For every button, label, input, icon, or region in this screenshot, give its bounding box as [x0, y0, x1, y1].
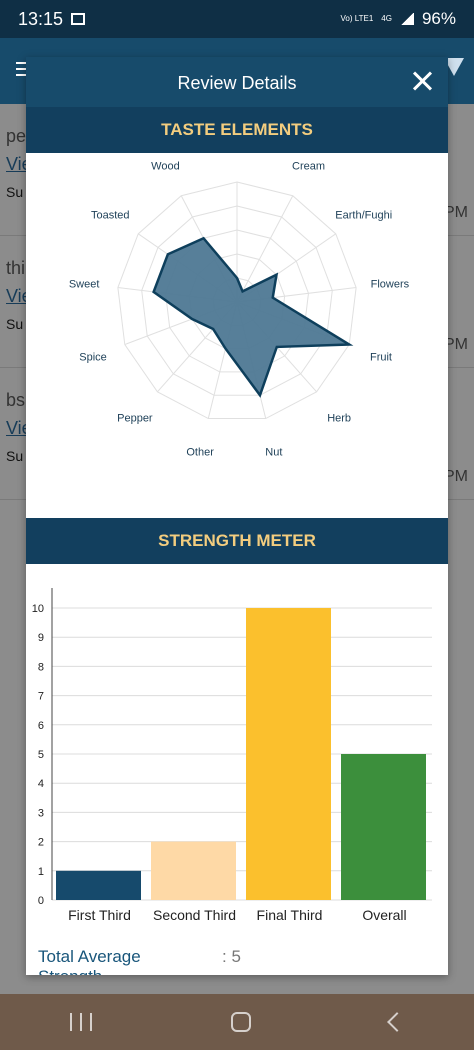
radar-axis-label: Fruit [370, 352, 392, 364]
network-type: 4G [381, 14, 392, 23]
radar-axis-label: Herb [327, 412, 351, 424]
strength-bar-chart: 0 1 2 3 4 5 6 7 8 9 10 First Third Second Third Final… [26, 564, 448, 944]
status-time: 13:15 [18, 8, 64, 29]
modal-title: Review Details [177, 73, 297, 93]
y-tick-label: 5 [38, 749, 44, 761]
y-tick-label: 7 [38, 691, 44, 703]
x-tick-label: Final Third [257, 907, 323, 923]
strength-meter-header: STRENGTH METER [26, 518, 448, 564]
total-average-label-cont: Strength [38, 967, 102, 975]
radar-axis-label: Nut [265, 447, 282, 459]
status-bar: 13:15 Vo) LTE1 4G 96% [0, 0, 474, 38]
review-details-modal: Review Details TASTE ELEMENTS Animals Cre… [26, 57, 448, 975]
y-tick-label: 9 [38, 632, 44, 644]
radar-axis-label: Wood [151, 161, 180, 173]
y-tick-label: 3 [38, 807, 44, 819]
bar [151, 841, 236, 900]
list-item-sub: Su [6, 184, 24, 200]
radar-axis-label: Spice [79, 352, 107, 364]
radar-axis-label: Animals [217, 153, 257, 155]
radar-series-area [152, 236, 354, 398]
radar-axis-label: Toasted [91, 210, 130, 222]
y-tick-label: 4 [38, 778, 44, 790]
modal-header: Review Details [26, 57, 448, 107]
total-average-label: Total Average [38, 947, 141, 966]
bar-svg: 0 1 2 3 4 5 6 7 8 9 10 First Third Second Third Final… [32, 588, 432, 923]
x-tick-label: Overall [362, 907, 406, 923]
recent-apps-icon[interactable] [69, 1013, 92, 1031]
x-tick-label: Second Third [153, 907, 236, 923]
radar-axis-label: Other [186, 447, 214, 459]
home-icon[interactable] [230, 1012, 251, 1032]
y-tick-label: 0 [38, 895, 44, 907]
radar-axis-label: Cream [292, 161, 325, 173]
list-item-title: thi [6, 258, 26, 278]
total-average-value: : 5 [222, 947, 241, 966]
bar [341, 754, 426, 900]
radar-svg: Animals Cream Earth/Fughi Flowers Fruit Herb N… [69, 143, 410, 459]
status-right: Vo) LTE1 4G 96% [341, 9, 456, 29]
close-icon[interactable] [412, 71, 432, 91]
image-notification-icon [71, 13, 86, 25]
volte-label: Vo) LTE1 [340, 14, 374, 23]
y-tick-label: 8 [38, 661, 44, 673]
list-item-sub: Su [6, 448, 24, 464]
y-tick-label: 2 [38, 837, 44, 849]
radar-axis-label: Pepper [117, 412, 153, 424]
bar [56, 870, 141, 900]
bar [246, 608, 331, 900]
x-tick-label: First Third [68, 907, 131, 923]
radar-axis-label: Sweet [69, 278, 100, 290]
list-item-sub: Su [6, 316, 24, 332]
radar-axis-label: Earth/Fughi [335, 210, 392, 222]
y-tick-label: 6 [38, 720, 44, 732]
signal-icon [399, 13, 414, 25]
taste-radar-chart: Animals Cream Earth/Fughi Flowers Fruit Herb N… [26, 143, 448, 518]
y-tick-label: 1 [38, 866, 44, 878]
back-icon[interactable] [387, 1012, 408, 1032]
list-item-title: pe [6, 126, 27, 146]
radar-axis-label: Flowers [371, 278, 410, 290]
taste-elements-header: TASTE ELEMENTS [26, 107, 448, 153]
y-tick-label: 10 [32, 603, 44, 615]
battery-level: 96% [421, 9, 456, 28]
system-nav-bar [0, 994, 474, 1050]
list-item-title: bs [6, 390, 26, 410]
